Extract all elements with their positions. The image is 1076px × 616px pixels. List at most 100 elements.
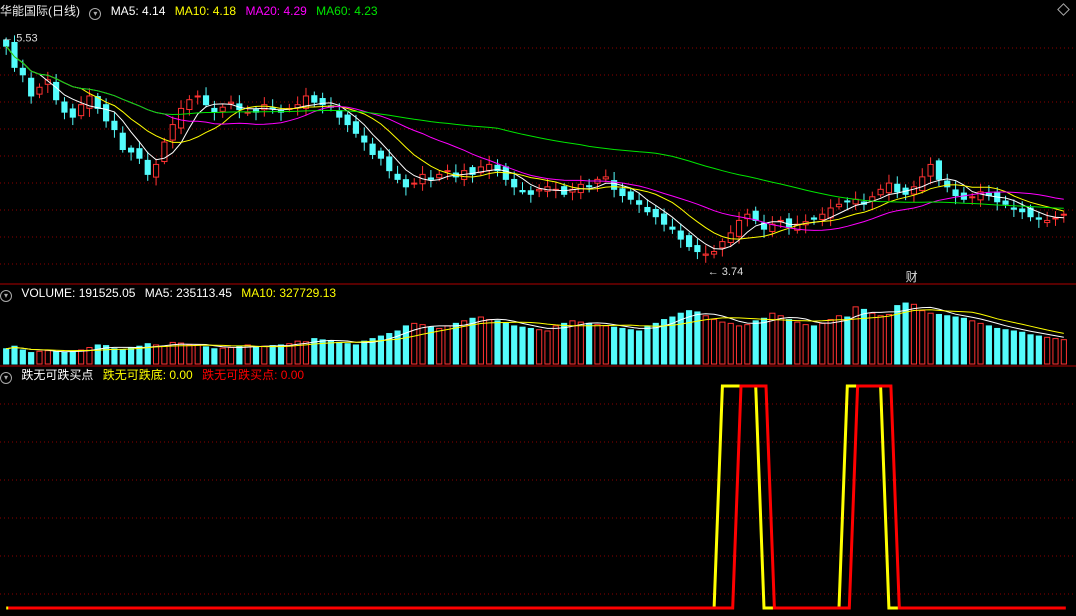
volume-bar [261,345,268,365]
candle-body [819,213,826,221]
volume-bar [794,321,801,365]
candle-body [669,226,676,230]
candle-body [61,101,68,113]
volume-bar [211,348,218,365]
candle-body [361,135,368,143]
volume-bar [419,324,426,365]
volume-bar [552,325,559,365]
volume-bar [719,321,726,365]
candle-body [427,177,434,180]
candle-body [727,232,734,244]
volume-bar [627,329,634,365]
volume-bar [11,345,18,365]
volume-bar [927,312,934,365]
candle-body [128,147,135,153]
volume-bar [402,325,409,365]
volume-bar [461,320,468,365]
candle-body [885,182,893,194]
volume-bar [819,322,826,365]
candle-body [1060,213,1067,216]
volume-bar [28,352,35,365]
candle-body [352,121,360,134]
candle-body [402,179,409,188]
volume-bar [569,320,576,365]
candle-body [177,107,185,129]
low-price-label: ← 3.74 [708,266,743,278]
volume-bar [344,343,351,365]
stock-chart[interactable]: ← 5.53 ← 3.74 财 [0,0,1076,616]
candle-body [78,104,85,117]
volume-bar [969,320,976,365]
volume-bar [777,315,784,365]
candle-body [436,173,443,179]
candle-body [219,106,226,112]
volume-bar [702,315,709,365]
volume-bar [561,322,568,365]
volume-bar [985,325,992,365]
volume-bar [835,315,843,365]
candle-body [586,185,593,188]
volume-bar [536,329,543,365]
candle-body [411,182,418,185]
volume-bar [960,317,967,365]
high-price-label: ← 5.53 [2,32,37,44]
volume-bar [694,311,701,365]
volume-bar [744,324,751,365]
volume-bar [119,349,126,365]
candle-body [844,200,851,203]
candle-body [202,95,210,106]
volume-bar [860,308,868,365]
candle-body [677,230,684,240]
candle-body [910,186,918,195]
volume-bar [502,322,509,365]
volume-bar [19,349,26,365]
volume-bar [527,327,534,365]
volume-bar [352,344,360,365]
candle-body [636,200,643,205]
volume-bar [885,313,893,365]
candle-body [169,124,176,141]
candle-body [186,99,193,111]
candle-body [944,180,951,188]
candle-body [919,176,926,192]
candle-body [661,213,668,225]
volume-bar [511,325,518,365]
volume-bar [494,320,501,365]
candle-body [644,206,651,213]
candle-body [735,219,743,237]
candle-body [1052,217,1059,220]
volume-bar [252,346,260,365]
candle-body [810,217,818,220]
volume-bar [644,325,651,365]
candle-body [785,218,793,228]
candle-body [344,114,351,126]
volume-bar [519,326,526,365]
volume-bar [244,344,251,365]
volume-bar [586,322,593,365]
candle-body [311,95,318,103]
volume-bar [735,325,743,365]
candle-body [652,208,659,218]
candle-body [227,101,235,105]
volume-bar [194,344,201,365]
volume-bar [1010,330,1017,365]
candle-body [710,251,718,255]
volume-bar [69,350,76,365]
candle-body [1002,200,1009,205]
volume-bar [619,327,626,365]
volume-bar [844,316,851,365]
ma60-line [5,45,1064,209]
event-marker[interactable]: 财 [906,270,918,284]
volume-bar [977,322,984,365]
volume-bar [685,310,693,365]
volume-bar [152,344,160,365]
volume-bar [36,350,43,365]
candle-body [136,148,143,159]
volume-bar [827,319,834,365]
volume-bar [1060,339,1067,365]
candle-body [19,67,26,76]
candle-body [1035,217,1042,220]
volume-bar [94,344,101,365]
volume-bars [3,302,1067,365]
volume-bar [877,315,884,365]
